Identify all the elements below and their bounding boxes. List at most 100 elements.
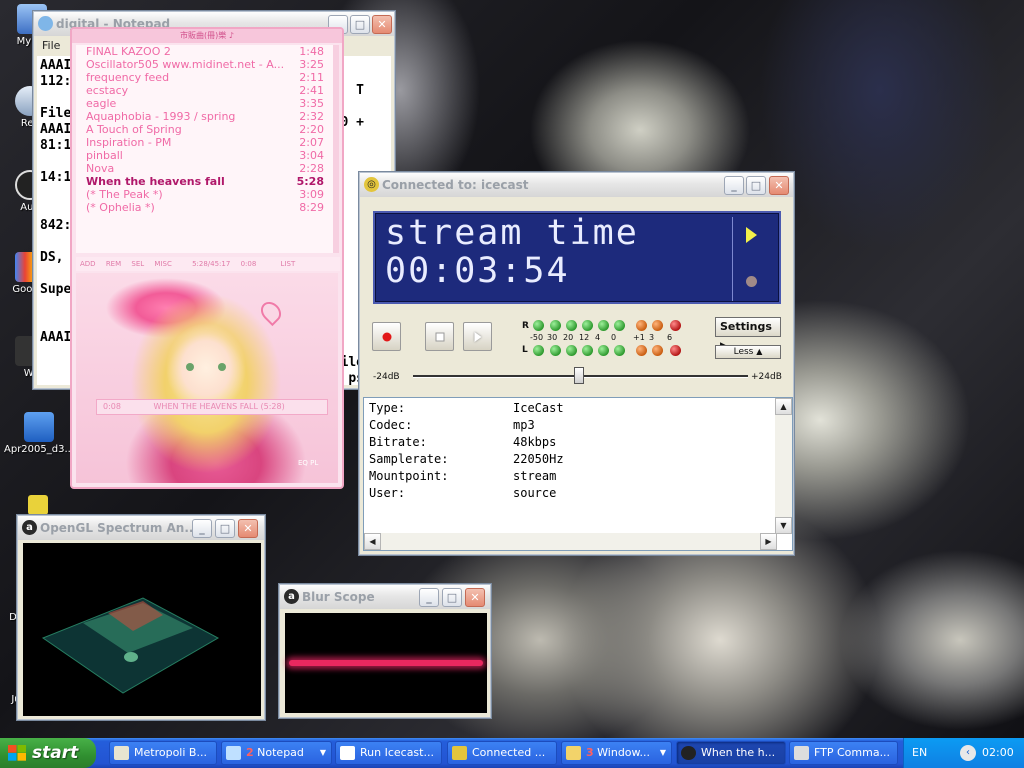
task-ftp-command[interactable]: FTP Comma... [789,741,898,765]
info-row: Type: IceCast [369,400,564,417]
vu-led [670,345,681,356]
mini-time: 0:08 [103,402,121,411]
playlist-item[interactable]: FINAL KAZOO 2 1:48 [76,45,334,58]
playlist-item[interactable]: ecstacy 2:41 [76,84,334,97]
info-key: User: [369,486,406,500]
track-title: Nova [86,162,115,175]
maximize-button[interactable]: □ [746,176,766,195]
playlist-scrollbar[interactable] [333,45,339,253]
task-connected[interactable]: Connected ... [447,741,557,765]
stream-info-panel[interactable]: Type: IceCast Codec: mp3 Bitrate: 48kbps Sampl… [363,397,793,551]
playlist-elapsed: 0:08 [240,260,257,268]
vu-led [652,345,663,356]
select-button[interactable]: SEL [131,257,144,271]
close-button[interactable]: ✕ [238,519,258,538]
info-value: source [513,486,557,500]
winamp-player: 市販曲(冊)樂 ♪ FINAL KAZOO 2 1:48 Oscillator505… [70,27,344,489]
settings-button[interactable]: Settings ▶ [715,317,781,351]
chevron-left-icon[interactable]: ‹ [960,745,976,761]
scroll-left-button[interactable]: ◀ [364,533,381,550]
stream-time: 00:03:54 [385,251,570,291]
clock[interactable]: 02:00 [982,738,1014,768]
record-indicator-icon[interactable] [746,276,757,287]
minimize-button[interactable]: _ [724,176,744,195]
vu-led [566,345,577,356]
playlist-item[interactable]: (* The Peak *) 3:09 [76,188,334,201]
maximize-button[interactable]: □ [215,519,235,538]
eq-pl-toggles[interactable]: EQ PL [298,459,318,467]
less-button[interactable]: Less ▲ [715,345,781,359]
close-button[interactable]: ✕ [769,176,789,195]
file-icon [24,412,54,442]
add-button[interactable]: ADD [80,257,96,271]
playlist-item[interactable]: Inspiration - PM 2:07 [76,136,334,149]
vu-scale-label: +1 [633,333,645,342]
task-winamp[interactable]: When the h... [676,741,786,765]
vertical-scrollbar[interactable]: ▲ ▼ [775,398,792,534]
minimize-button[interactable]: _ [192,519,212,538]
horizontal-scrollbar[interactable]: ◀ ▶ [364,533,777,550]
vu-led [652,320,663,331]
vu-led [614,345,625,356]
desktop-icon-apr2005[interactable]: Apr2005_d3... [4,412,74,455]
close-button[interactable]: ✕ [465,588,485,607]
list-button[interactable]: LIST [281,257,296,271]
info-value: mp3 [513,418,535,432]
info-value: IceCast [513,401,564,415]
task-windows-group[interactable]: 3 Window... ▼ [561,741,672,765]
info-key: Codec: [369,418,413,432]
playlist-item[interactable]: When the heavens fall 5:28 [76,175,334,188]
notepad-icon [38,16,53,31]
record-button[interactable] [372,322,401,351]
info-row: Mountpoint: stream [369,468,556,485]
task-metropoli[interactable]: Metropoli B... [109,741,217,765]
language-indicator[interactable]: EN [912,738,927,768]
notepad-icon [226,746,241,760]
task-run-icecast[interactable]: Run Icecast... [335,741,442,765]
track-duration: 3:35 [299,97,324,110]
playlist-item[interactable]: Nova 2:28 [76,162,334,175]
stop-button[interactable] [425,322,454,351]
info-row: Samplerate: 22050Hz [369,451,564,468]
playlist-item[interactable]: Aquaphobia - 1993 / spring 2:32 [76,110,334,123]
play-indicator-icon[interactable] [746,227,757,243]
playlist[interactable]: FINAL KAZOO 2 1:48 Oscillator505 www.midin… [76,45,334,253]
heart-icon [256,297,286,327]
mini-player-bar[interactable]: 0:08 WHEN THE HEAVENS FALL (5:28) [96,399,328,415]
play-icon [474,331,481,342]
vu-scale-label: -50 [530,333,544,342]
playlist-item[interactable]: frequency feed 2:11 [76,71,334,84]
vu-led [550,320,561,331]
play-button[interactable] [463,322,492,351]
remove-button[interactable]: REM [106,257,121,271]
scroll-down-button[interactable]: ▼ [775,517,792,534]
track-duration: 3:04 [299,149,324,162]
ftp-icon [794,746,809,760]
close-button[interactable]: ✕ [372,15,392,34]
track-duration: 2:20 [299,123,324,136]
gain-slider-thumb[interactable] [574,367,584,384]
menu-file[interactable]: File [42,39,60,52]
start-button[interactable]: start [0,738,96,768]
channel-l-label: L [522,345,528,355]
mini-track-title: WHEN THE HEAVENS FALL (5:28) [153,402,285,411]
speaker-icon [28,495,48,515]
scroll-up-button[interactable]: ▲ [775,398,792,415]
track-title: FINAL KAZOO 2 [86,45,171,58]
minimize-button[interactable]: _ [419,588,439,607]
info-key: Bitrate: [369,435,427,449]
vu-led [533,320,544,331]
playlist-item[interactable]: Oscillator505 www.midinet.net - A... 3:25 [76,58,334,71]
scroll-right-button[interactable]: ▶ [760,533,777,550]
misc-button[interactable]: MISC [154,257,171,271]
playlist-item[interactable]: (* Ophelia *) 8:29 [76,201,334,214]
maximize-button[interactable]: □ [350,15,370,34]
playlist-item[interactable]: A Touch of Spring 2:20 [76,123,334,136]
vu-led [670,320,681,331]
maximize-button[interactable]: □ [442,588,462,607]
winamp-title[interactable]: 市販曲(冊)樂 ♪ [72,29,342,43]
task-notepad-group[interactable]: 2 Notepad ▼ [221,741,332,765]
playlist-item[interactable]: eagle 3:35 [76,97,334,110]
display-label: stream time [385,213,639,253]
playlist-item[interactable]: pinball 3:04 [76,149,334,162]
